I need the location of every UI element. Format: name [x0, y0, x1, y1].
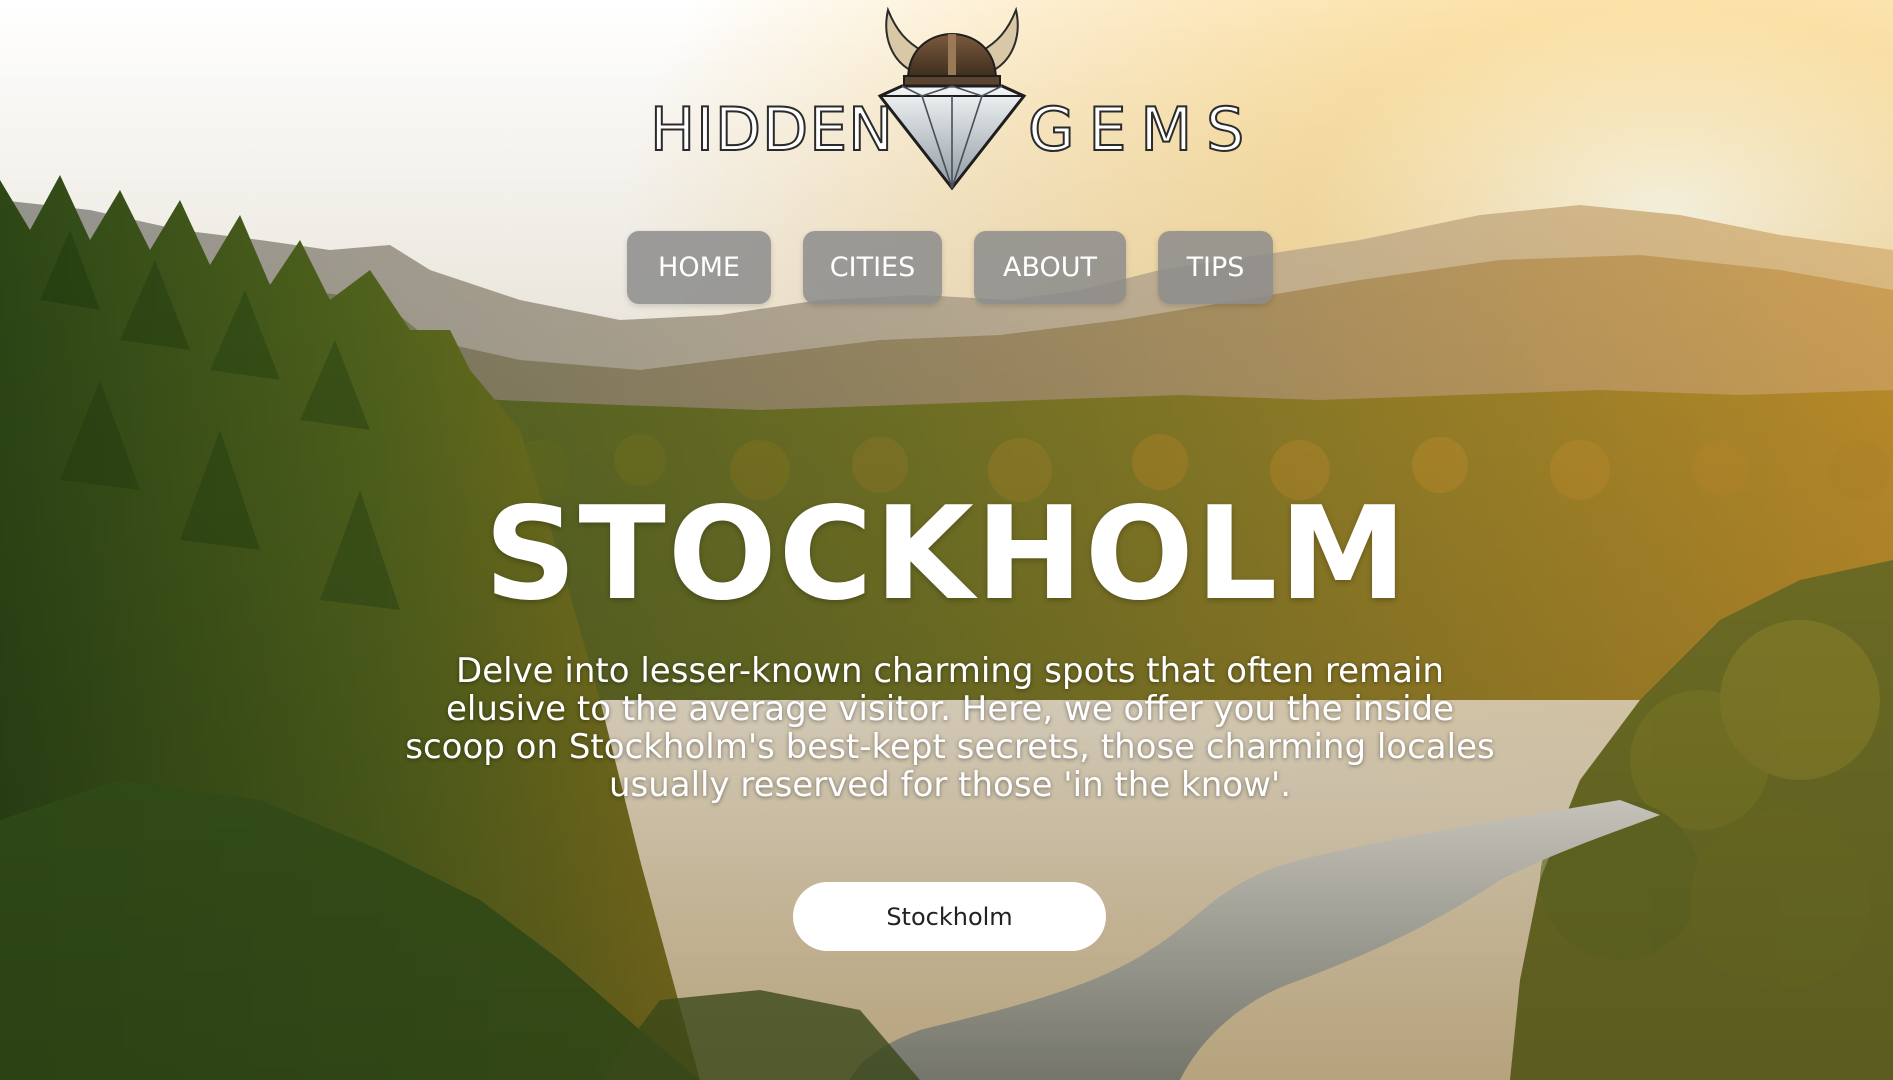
- hero-description: Delve into lesser-known charming spots t…: [405, 651, 1495, 805]
- site-logo[interactable]: HIDDEN GEMS: [640, 0, 1245, 200]
- nav-tips-button[interactable]: TIPS: [1158, 231, 1273, 304]
- nav-about-button[interactable]: ABOUT: [974, 231, 1126, 304]
- main-nav: HOME CITIES ABOUT TIPS: [627, 231, 1273, 304]
- nav-home-button[interactable]: HOME: [627, 231, 771, 304]
- hero-section: HIDDEN GEMS HOME CITIES ABOUT TIPS STOCK…: [0, 0, 1893, 1080]
- viking-helmet-diamond-icon: [877, 6, 1027, 191]
- logo-word-gems: GEMS: [1027, 95, 1259, 165]
- stockholm-cta-button[interactable]: Stockholm: [793, 882, 1106, 951]
- logo-word-hidden: HIDDEN: [649, 95, 895, 165]
- nav-cities-button[interactable]: CITIES: [803, 231, 942, 304]
- page-title: STOCKHOLM: [484, 480, 1409, 629]
